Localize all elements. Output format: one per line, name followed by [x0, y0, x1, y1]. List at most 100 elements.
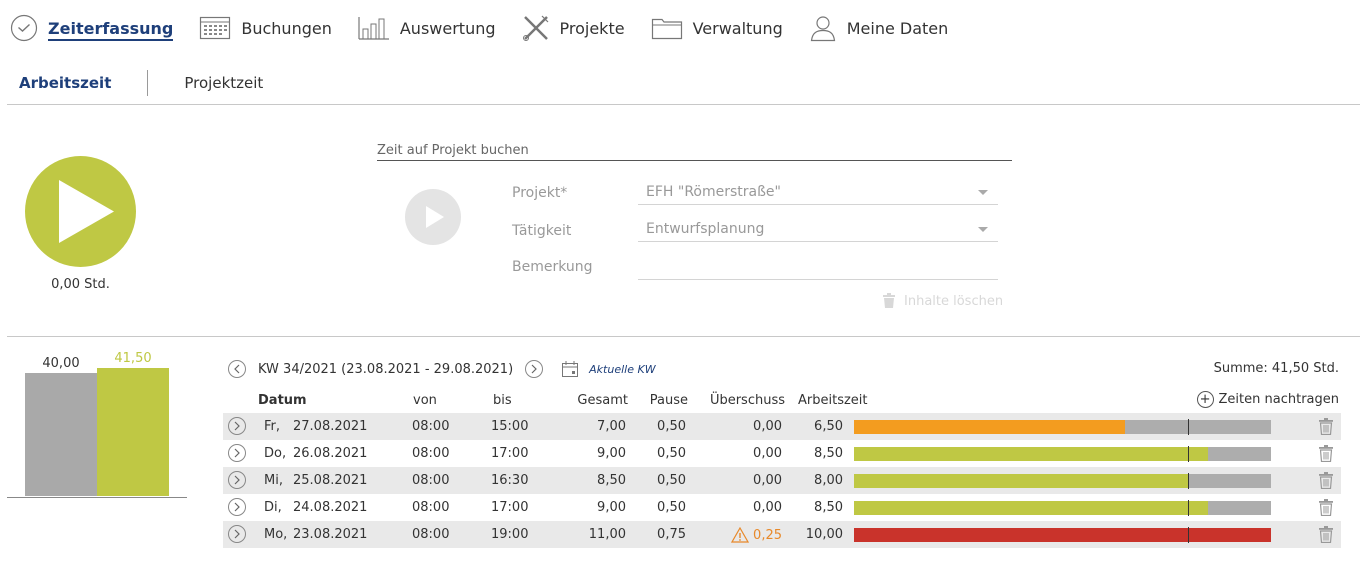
target-hours-bar	[25, 372, 97, 496]
trash-icon[interactable]	[1318, 418, 1334, 435]
chevron-right-icon	[234, 448, 240, 458]
tab-arbeitszeit[interactable]: Arbeitszeit	[19, 74, 111, 92]
row-gesamt: 9,00	[597, 446, 626, 461]
row-pause: 0,75	[657, 527, 686, 542]
current-week-link[interactable]: Aktuelle KW	[589, 363, 655, 376]
calendar-icon[interactable]	[561, 360, 579, 378]
row-pause: 0,50	[657, 446, 686, 461]
row-date: 27.08.2021	[293, 419, 368, 434]
book-project-time-title: Zeit auf Projekt buchen	[377, 143, 1012, 161]
row-details-button[interactable]	[228, 471, 246, 489]
row-von: 08:00	[412, 500, 450, 515]
row-gesamt: 11,00	[588, 527, 626, 542]
column-header-von: von	[413, 393, 437, 408]
previous-week-button[interactable]	[228, 360, 246, 378]
row-date: 25.08.2021	[293, 473, 368, 488]
row-day: Mi,	[264, 473, 283, 488]
tab-projektzeit[interactable]: Projektzeit	[184, 74, 263, 92]
row-bis: 16:30	[491, 473, 529, 488]
plus-icon: +	[1196, 391, 1214, 408]
worktime-progress-bar	[854, 473, 1271, 489]
clear-contents-button[interactable]: Inhalte löschen	[882, 293, 1003, 309]
nav-item-projekte[interactable]: Projekte	[522, 14, 625, 42]
column-header-gesamt: Gesamt	[577, 393, 628, 408]
row-ueberschuss-wrap: 0,00	[753, 419, 782, 434]
nav-label: Auswertung	[399, 18, 496, 38]
nav-item-verwaltung[interactable]: Verwaltung	[651, 15, 783, 41]
table-header: Datum von bis Gesamt Pause Überschuss Ar…	[223, 390, 1341, 412]
row-ueberschuss-wrap: 0,00	[753, 446, 782, 461]
project-select[interactable]: EFH "Römerstraße"	[638, 183, 998, 205]
chevron-right-icon	[531, 364, 538, 374]
row-ueberschuss: 0,00	[753, 500, 782, 515]
user-icon	[810, 16, 835, 42]
worktime-progress-fill	[854, 474, 1188, 488]
activity-label: Tätigkeit	[512, 223, 572, 239]
row-bis: 19:00	[491, 527, 529, 542]
trash-icon[interactable]	[1318, 499, 1334, 516]
row-von: 08:00	[412, 446, 450, 461]
trash-icon[interactable]	[1318, 526, 1334, 543]
row-gesamt: 8,50	[597, 473, 626, 488]
row-details-button[interactable]	[228, 498, 246, 516]
project-select-value: EFH "Römerstraße"	[646, 184, 781, 200]
nav-item-meine-daten[interactable]: Meine Daten	[809, 14, 949, 42]
row-gesamt: 9,00	[597, 500, 626, 515]
row-arbeitszeit: 10,00	[805, 527, 843, 542]
row-details-button[interactable]	[228, 417, 246, 435]
row-date: 26.08.2021	[293, 446, 368, 461]
remark-input[interactable]	[638, 258, 998, 280]
row-ueberschuss-cell: 0,00	[692, 500, 782, 515]
nav-label: Zeiterfassung	[48, 19, 174, 41]
actual-hours-bar	[97, 368, 169, 496]
activity-select[interactable]: Entwurfsplanung	[638, 220, 998, 242]
activity-select-value: Entwurfsplanung	[646, 221, 765, 237]
add-times-button[interactable]: + Zeiten nachtragen	[1196, 391, 1339, 408]
folder-icon	[651, 18, 682, 40]
row-details-button[interactable]	[228, 444, 246, 462]
row-details-button[interactable]	[228, 525, 246, 543]
clock-check-icon	[10, 14, 38, 42]
row-ueberschuss: 0,00	[753, 446, 782, 461]
time-table-body: Fr, 27.08.2021 08:00 15:00 7,00 0,50 0,0…	[223, 413, 1341, 548]
calendar-grid-icon	[200, 16, 231, 40]
trash-icon[interactable]	[1318, 472, 1334, 489]
worktime-progress-bar	[854, 419, 1271, 435]
row-ueberschuss: 0,00	[753, 419, 782, 434]
row-bis: 17:00	[491, 446, 529, 461]
nav-label: Meine Daten	[846, 18, 949, 38]
row-day: Do,	[264, 446, 287, 461]
column-header-bis: bis	[493, 393, 512, 408]
target-hours-label: 40,00	[42, 355, 80, 371]
row-von: 08:00	[412, 527, 450, 542]
row-arbeitszeit: 6,50	[814, 419, 843, 434]
remark-label: Bemerkung	[512, 259, 593, 275]
nav-label: Verwaltung	[692, 18, 783, 38]
row-arbeitszeit: 8,50	[814, 500, 843, 515]
worktime-progress-fill	[854, 447, 1209, 461]
nav-item-auswertung[interactable]: Auswertung	[358, 15, 496, 41]
main-navigation: Zeiterfassung Buchungen Auswertung Proje…	[10, 10, 974, 46]
clear-contents-label: Inhalte löschen	[904, 293, 1004, 309]
next-week-button[interactable]	[525, 360, 544, 378]
column-header-datum: Datum	[258, 393, 307, 408]
column-header-arbeitszeit: Arbeitszeit	[798, 393, 868, 408]
table-row: Mi, 25.08.2021 08:00 16:30 8,50 0,50 0,0…	[223, 467, 1341, 494]
target-marker	[1187, 419, 1189, 435]
chevron-right-icon	[234, 475, 240, 485]
row-pause: 0,50	[657, 473, 686, 488]
start-timer-button[interactable]	[25, 156, 136, 267]
trash-icon[interactable]	[1318, 445, 1334, 462]
divider	[7, 336, 1360, 337]
row-ueberschuss-wrap: 0,00	[753, 500, 782, 515]
row-bis: 15:00	[491, 419, 529, 434]
column-header-ueberschuss: Überschuss	[709, 393, 785, 408]
chevron-down-icon	[978, 227, 988, 232]
worktime-progress-fill	[854, 528, 1271, 542]
row-arbeitszeit: 8,50	[814, 446, 843, 461]
nav-item-buchungen[interactable]: Buchungen	[199, 15, 332, 41]
worktime-progress-bar	[854, 500, 1271, 516]
chevron-down-icon	[978, 190, 988, 195]
nav-item-zeiterfassung[interactable]: Zeiterfassung	[10, 14, 174, 42]
table-row: Mo, 23.08.2021 08:00 19:00 11,00 0,75 0,…	[223, 521, 1341, 548]
